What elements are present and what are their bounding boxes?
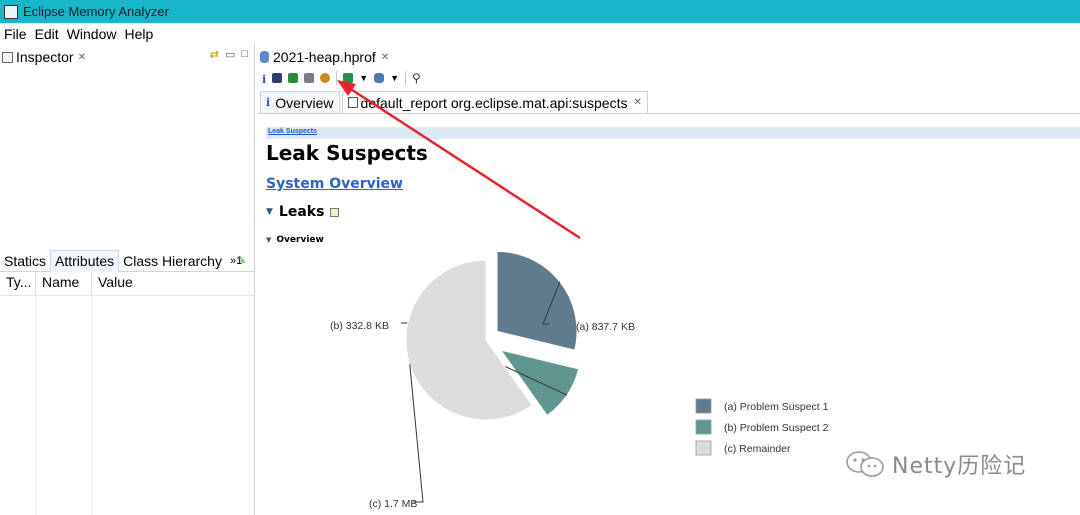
histogram-icon[interactable] xyxy=(272,73,283,83)
column-divider xyxy=(92,296,93,515)
pie-label-a: (a) 837.7 KB xyxy=(576,321,635,333)
watermark-text: Netty历险记 xyxy=(892,454,1027,479)
chevron-down-icon[interactable]: ▼ xyxy=(390,73,399,83)
attributes-panel: Statics Attributes Class Hierarchy »1 ✎ … xyxy=(0,246,255,515)
menu-help[interactable]: Help xyxy=(124,26,153,42)
close-icon[interactable]: ✕ xyxy=(78,52,86,63)
oql-icon[interactable] xyxy=(304,73,315,83)
heap-dump-icon xyxy=(260,51,269,63)
column-type[interactable]: Ty... xyxy=(0,272,36,295)
menu-bar: File Edit Window Help xyxy=(0,23,1080,44)
editor-toolbar: i ▼ ▼ ⚲ xyxy=(262,69,421,87)
legend-entry: (c) Remainder xyxy=(724,443,791,455)
inspector-icon xyxy=(2,51,13,63)
inspector-tab[interactable]: Inspector ✕ xyxy=(2,47,86,67)
info-icon: i xyxy=(266,96,271,109)
column-value[interactable]: Value xyxy=(92,272,252,295)
run-report-icon[interactable] xyxy=(343,73,354,83)
chevron-down-icon[interactable]: ▼ xyxy=(359,73,368,83)
column-name[interactable]: Name xyxy=(36,272,92,295)
close-icon[interactable]: ✕ xyxy=(381,52,389,63)
pie-slice-a[interactable] xyxy=(496,250,578,351)
heap-file-tab[interactable]: 2021-heap.hprof ✕ xyxy=(260,47,389,67)
inspector-panel: Inspector ✕ ⇄ ▭ □ xyxy=(0,44,255,246)
leak-suspects-icon[interactable] xyxy=(320,73,331,83)
toolbar-separator xyxy=(405,71,407,85)
minimize-icon[interactable]: ▭ xyxy=(225,48,235,61)
query-browser-icon[interactable] xyxy=(374,73,385,83)
tab-statics[interactable]: Statics xyxy=(0,250,50,272)
search-icon[interactable]: ⚲ xyxy=(412,71,421,85)
window-title: Eclipse Memory Analyzer xyxy=(23,4,169,19)
overview-info-icon[interactable]: i xyxy=(262,73,266,86)
watermark: Netty历险记 xyxy=(844,448,1026,480)
inspector-tab-label: Inspector xyxy=(16,49,74,65)
view-actions: ⇄ ▭ □ xyxy=(210,48,248,61)
pin-icon[interactable]: ✎ xyxy=(237,254,246,267)
tab-class-hierarchy[interactable]: Class Hierarchy xyxy=(119,250,226,272)
report-icon xyxy=(347,97,358,108)
attributes-table-header: Ty... Name Value xyxy=(0,272,254,296)
attributes-tabstrip: Statics Attributes Class Hierarchy »1 ✎ xyxy=(0,249,254,272)
pie-label-c: (c) 1.7 MB xyxy=(369,498,417,510)
tab-overview[interactable]: i Overview xyxy=(260,91,340,113)
close-icon[interactable]: ✕ xyxy=(633,97,641,108)
menu-edit[interactable]: Edit xyxy=(35,26,59,42)
editor-area: 2021-heap.hprof ✕ i ▼ ▼ ⚲ i Overview def… xyxy=(258,44,1080,515)
column-divider xyxy=(36,296,37,515)
dominator-tree-icon[interactable] xyxy=(288,73,299,83)
link-with-editor-icon[interactable]: ⇄ xyxy=(210,48,219,61)
legend-swatch xyxy=(695,419,712,435)
tab-overview-label: Overview xyxy=(275,94,334,111)
title-bar: Eclipse Memory Analyzer xyxy=(0,0,1080,23)
tab-default-report[interactable]: default_report org.eclipse.mat.api:suspe… xyxy=(341,91,648,113)
menu-file[interactable]: File xyxy=(4,26,27,42)
toolbar-separator xyxy=(336,71,338,85)
legend-swatch xyxy=(695,440,712,456)
legend-entry: (a) Problem Suspect 1 xyxy=(724,401,829,413)
heap-file-tab-label: 2021-heap.hprof xyxy=(273,49,376,65)
tab-default-report-label: default_report org.eclipse.mat.api:suspe… xyxy=(360,94,628,111)
menu-window[interactable]: Window xyxy=(67,26,117,42)
wechat-logo-icon xyxy=(846,451,884,477)
pie-label-b: (b) 332.8 KB xyxy=(330,320,389,332)
legend-swatch xyxy=(695,398,712,414)
tab-attributes[interactable]: Attributes xyxy=(50,249,120,272)
maximize-icon[interactable]: □ xyxy=(241,48,248,61)
editor-subtabs: i Overview default_report org.eclipse.ma… xyxy=(258,91,1080,114)
legend-entry: (b) Problem Suspect 2 xyxy=(724,422,829,434)
app-icon xyxy=(4,4,18,19)
